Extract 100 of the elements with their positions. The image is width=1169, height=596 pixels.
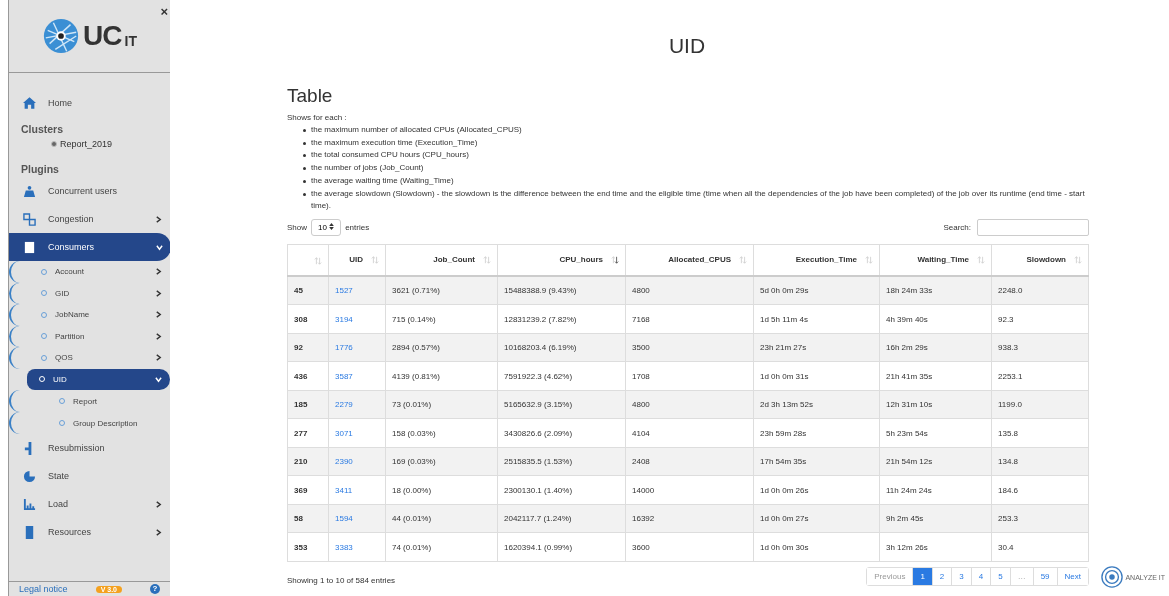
bullet-text: the maximum number of allocated CPUs (Allocated_CPUS) — [311, 124, 522, 136]
uid-link[interactable]: 1776 — [335, 343, 353, 353]
submenu-item[interactable]: JobName — [9, 304, 170, 326]
table-cell: 4104 — [632, 428, 650, 438]
table-cell: 210 — [294, 457, 308, 467]
table-cell: 18h 24m 33s — [886, 286, 933, 296]
submenu-item[interactable]: GID — [9, 282, 170, 304]
submenu-item[interactable]: Partition — [9, 325, 170, 347]
uid-link[interactable]: 3383 — [335, 542, 353, 552]
sidebar-item[interactable]: Consumers — [9, 233, 170, 261]
submenu-item[interactable]: Report — [9, 390, 170, 412]
table-cell: 44 (0.01%) — [392, 514, 432, 524]
table-cell: 12831239.2 (7.82%) — [504, 314, 577, 324]
table-cell: 4139 (0.81%) — [392, 371, 441, 381]
updown-icon — [329, 222, 335, 230]
sidebar-item[interactable]: Concurrent users — [9, 177, 170, 205]
sidebar-item[interactable]: Resubmission — [9, 434, 170, 462]
column-header[interactable]: Allocated_CPUS — [625, 244, 754, 276]
table-cell: 353 — [294, 542, 308, 552]
table-cell: 18 (0.00%) — [392, 485, 432, 495]
sidebar-item[interactable]: Congestion — [9, 205, 170, 233]
home-icon — [23, 97, 36, 109]
length-label: Show — [287, 222, 307, 232]
table-cell: 1708 — [632, 371, 650, 381]
pie-icon — [23, 469, 36, 483]
cluster-item[interactable]: Report_2019 — [9, 137, 170, 157]
table-cell: 4h 39m 40s — [886, 314, 928, 324]
sidebar-item[interactable]: Load — [9, 490, 170, 518]
search-field[interactable] — [977, 218, 1089, 236]
table-info: Showing 1 to 10 of 584 entries — [287, 575, 396, 585]
table-cell: 92.3 — [998, 314, 1014, 324]
uid-link[interactable]: 3587 — [335, 371, 353, 381]
legal-link[interactable]: Legal notice — [19, 584, 68, 594]
uid-link[interactable]: 3071 — [335, 428, 353, 438]
table-cell: 16392 — [632, 514, 655, 524]
page-button[interactable]: Next — [1056, 567, 1088, 585]
table-cell: 3621 (0.71%) — [392, 286, 441, 296]
bullet-text: the total consumed CPU hours (CPU_hours) — [311, 149, 469, 162]
submenu-item[interactable]: Account — [9, 261, 170, 283]
table-cell: 2515835.5 (1.53%) — [504, 457, 573, 467]
table-cell: 11h 24m 24s — [886, 485, 932, 495]
table-cell: 23h 21m 27s — [760, 343, 807, 353]
column-header[interactable] — [287, 244, 329, 276]
sidebar-item[interactable]: Resources — [9, 518, 170, 546]
table-cell: 21h 54m 12s — [886, 457, 933, 467]
table-cell: 45 — [294, 286, 303, 296]
table-cell: 3h 12m 26s — [886, 542, 928, 552]
table-cell: 15488388.9 (9.43%) — [504, 286, 577, 296]
brand-logo-icon — [1101, 566, 1124, 588]
table-cell: 2248.0 — [998, 286, 1023, 296]
table-cell: 135.8 — [998, 428, 1019, 438]
entries-select[interactable]: 10 — [311, 218, 342, 236]
bullet-icon — [303, 141, 306, 145]
home-link[interactable]: Home — [9, 89, 170, 117]
column-header[interactable]: Execution_Time — [753, 244, 880, 276]
table-cell: 2894 (0.57%) — [392, 343, 441, 353]
section-heading: Clusters — [20, 122, 64, 137]
table-cell: 1d 5h 11m 4s — [760, 314, 808, 324]
submenu-item[interactable]: Group Description — [9, 412, 170, 434]
table-cell: 1d 0h 0m 30s — [760, 542, 809, 552]
table-cell: 2042117.7 (1.24%) — [504, 514, 572, 524]
section-title: Table — [287, 85, 334, 107]
uid-link[interactable]: 3194 — [335, 314, 353, 324]
uid-link[interactable]: 2279 — [335, 400, 353, 410]
table-cell: 1d 0h 0m 26s — [760, 485, 809, 495]
sidebar-item[interactable]: State — [9, 462, 170, 490]
column-header[interactable]: UID — [328, 244, 386, 276]
bullet-text: the average slowdown (Slowdown) - the slowdown is the difference between the end time and the eligible time (time when all the dependencies of the job have been completed) of the job over its runtime (end time - start time). — [311, 187, 1086, 213]
table-cell: 73 (0.01%) — [392, 400, 432, 410]
table-cell: 4800 — [632, 400, 650, 410]
table-cell: 1620394.1 (0.99%) — [504, 542, 573, 552]
column-header[interactable]: Slowdown — [991, 244, 1089, 276]
puzzle-icon — [23, 212, 36, 226]
table-cell: 23h 59m 28s — [760, 428, 807, 438]
uid-link[interactable]: 1594 — [335, 514, 353, 524]
column-header[interactable]: Job_Count — [385, 244, 498, 276]
table-cell: 30.4 — [998, 542, 1014, 552]
table-cell: 2d 3h 13m 52s — [760, 400, 813, 410]
page-button[interactable]: 1 — [912, 567, 932, 585]
close-button[interactable]: × — [160, 6, 168, 18]
logo-suffix: IT — [124, 33, 137, 49]
table-cell: 10168203.4 (6.19%) — [504, 343, 577, 353]
table-cell: 17h 54m 35s — [760, 457, 807, 467]
uid-link[interactable]: 2390 — [335, 457, 353, 467]
column-header[interactable]: Waiting_Time — [879, 244, 992, 276]
uid-link[interactable]: 1527 — [335, 286, 353, 296]
help-button[interactable]: ? — [150, 584, 160, 594]
table-cell: 12h 31m 10s — [886, 400, 933, 410]
table-cell: 7591922.3 (4.62%) — [504, 371, 573, 381]
bullet-icon — [303, 154, 306, 158]
column-header[interactable]: CPU_hours — [497, 244, 626, 276]
bar-chart-icon — [23, 497, 36, 511]
uid-link[interactable]: 3411 — [335, 485, 353, 495]
bullet-icon — [303, 192, 306, 196]
table-cell: 134.8 — [998, 457, 1019, 467]
table-cell: 2253.1 — [998, 371, 1023, 381]
submenu-item[interactable]: UID — [27, 368, 170, 390]
bullet-text: the average waiting time (Waiting_Time) — [311, 174, 454, 187]
globe-logo-icon — [42, 17, 81, 55]
table-cell: 253.3 — [998, 514, 1019, 524]
